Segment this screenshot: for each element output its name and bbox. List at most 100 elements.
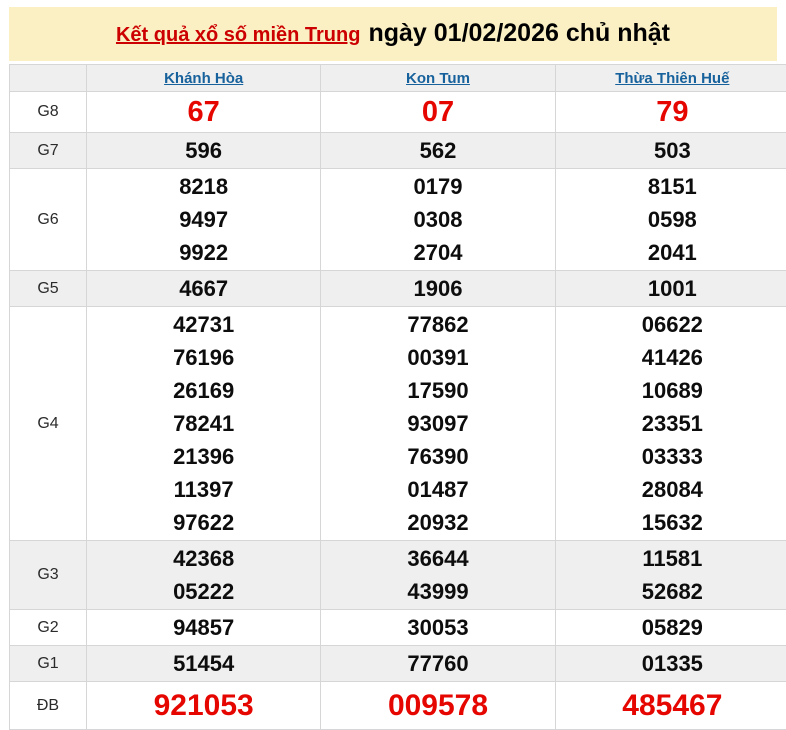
result-cell: 77862003911759093097763900148720932 xyxy=(321,307,555,541)
result-cell: 67 xyxy=(87,92,321,133)
result-cell: 815105982041 xyxy=(555,169,786,271)
result-number: 94857 xyxy=(87,611,320,644)
results-header-banner: Kết quả xổ số miền Trung ngày 01/02/2026 … xyxy=(9,7,777,61)
result-cell: 3664443999 xyxy=(321,541,555,610)
result-number: 93097 xyxy=(321,407,554,440)
result-number: 9497 xyxy=(87,203,320,236)
province-link-kon-tum[interactable]: Kon Tum xyxy=(406,70,470,87)
province-column-header: Khánh Hòa xyxy=(87,65,321,92)
result-cell: 562 xyxy=(321,133,555,169)
result-number: 78241 xyxy=(87,407,320,440)
result-number: 77862 xyxy=(321,308,554,341)
result-number: 10689 xyxy=(556,374,786,407)
result-number: 76390 xyxy=(321,440,554,473)
result-number: 0308 xyxy=(321,203,554,236)
result-number: 8218 xyxy=(87,170,320,203)
result-number: 77760 xyxy=(321,647,554,680)
result-number: 67 xyxy=(87,93,320,131)
table-row: ĐB921053009578485467 xyxy=(10,682,786,730)
table-row: G6821894979922017903082704815105982041 xyxy=(10,169,786,271)
result-cell: 42731761962616978241213961139797622 xyxy=(87,307,321,541)
result-cell: 1001 xyxy=(555,271,786,307)
result-cell: 4667 xyxy=(87,271,321,307)
result-number: 79 xyxy=(556,93,786,131)
table-row: G5466719061001 xyxy=(10,271,786,307)
result-cell: 06622414261068923351033332808415632 xyxy=(555,307,786,541)
result-cell: 017903082704 xyxy=(321,169,555,271)
prize-label: G3 xyxy=(10,541,87,610)
result-number: 05829 xyxy=(556,611,786,644)
draw-date-text: ngày 01/02/2026 chủ nhật xyxy=(368,19,670,47)
result-cell: 821894979922 xyxy=(87,169,321,271)
result-number: 03333 xyxy=(556,440,786,473)
prize-label: ĐB xyxy=(10,682,87,730)
table-row: G7596562503 xyxy=(10,133,786,169)
result-number: 0179 xyxy=(321,170,554,203)
prize-label: G8 xyxy=(10,92,87,133)
result-cell: 1906 xyxy=(321,271,555,307)
table-header-row: Khánh Hòa Kon Tum Thừa Thiên Huế xyxy=(10,65,786,92)
result-number: 596 xyxy=(87,134,320,167)
result-number: 26169 xyxy=(87,374,320,407)
result-cell: 921053 xyxy=(87,682,321,730)
result-number: 485467 xyxy=(556,683,786,728)
result-number: 009578 xyxy=(321,683,554,728)
province-link-khánh-hòa[interactable]: Khánh Hòa xyxy=(164,70,243,87)
result-cell: 94857 xyxy=(87,610,321,646)
result-cell: 596 xyxy=(87,133,321,169)
prize-label: G5 xyxy=(10,271,87,307)
result-number: 2041 xyxy=(556,236,786,269)
result-number: 921053 xyxy=(87,683,320,728)
table-row: G8670779 xyxy=(10,92,786,133)
result-number: 0598 xyxy=(556,203,786,236)
result-number: 9922 xyxy=(87,236,320,269)
table-row: G1514547776001335 xyxy=(10,646,786,682)
result-number: 05222 xyxy=(87,575,320,608)
result-number: 97622 xyxy=(87,506,320,539)
result-number: 36644 xyxy=(321,542,554,575)
lottery-results-link[interactable]: Kết quả xổ số miền Trung xyxy=(116,24,360,46)
prize-label: G7 xyxy=(10,133,87,169)
result-cell: 01335 xyxy=(555,646,786,682)
prize-label: G4 xyxy=(10,307,87,541)
result-cell: 4236805222 xyxy=(87,541,321,610)
result-number: 503 xyxy=(556,134,786,167)
result-number: 01487 xyxy=(321,473,554,506)
result-number: 52682 xyxy=(556,575,786,608)
result-number: 07 xyxy=(321,93,554,131)
prize-column-header xyxy=(10,65,87,92)
result-number: 43999 xyxy=(321,575,554,608)
result-cell: 51454 xyxy=(87,646,321,682)
result-number: 21396 xyxy=(87,440,320,473)
result-number: 51454 xyxy=(87,647,320,680)
province-column-header: Kon Tum xyxy=(321,65,555,92)
result-number: 01335 xyxy=(556,647,786,680)
table-row: G442731761962616978241213961139797622778… xyxy=(10,307,786,541)
result-number: 30053 xyxy=(321,611,554,644)
result-number: 76196 xyxy=(87,341,320,374)
result-cell: 30053 xyxy=(321,610,555,646)
result-number: 17590 xyxy=(321,374,554,407)
result-cell: 79 xyxy=(555,92,786,133)
prize-label: G1 xyxy=(10,646,87,682)
province-column-header: Thừa Thiên Huế xyxy=(555,65,786,92)
result-number: 42368 xyxy=(87,542,320,575)
result-number: 1906 xyxy=(321,272,554,305)
result-cell: 503 xyxy=(555,133,786,169)
result-number: 15632 xyxy=(556,506,786,539)
results-table: Khánh HòaKon TumThừa Thiên Huế G8670779G… xyxy=(9,64,786,730)
prize-label: G6 xyxy=(10,169,87,271)
result-number: 4667 xyxy=(87,272,320,305)
table-row: G3423680522236644439991158152682 xyxy=(10,541,786,610)
result-number: 1001 xyxy=(556,272,786,305)
result-number: 20932 xyxy=(321,506,554,539)
result-cell: 009578 xyxy=(321,682,555,730)
province-link-thừa-thiên-huế[interactable]: Thừa Thiên Huế xyxy=(615,70,729,87)
result-number: 2704 xyxy=(321,236,554,269)
result-cell: 77760 xyxy=(321,646,555,682)
result-number: 8151 xyxy=(556,170,786,203)
result-number: 23351 xyxy=(556,407,786,440)
result-number: 42731 xyxy=(87,308,320,341)
result-number: 11581 xyxy=(556,542,786,575)
result-cell: 07 xyxy=(321,92,555,133)
